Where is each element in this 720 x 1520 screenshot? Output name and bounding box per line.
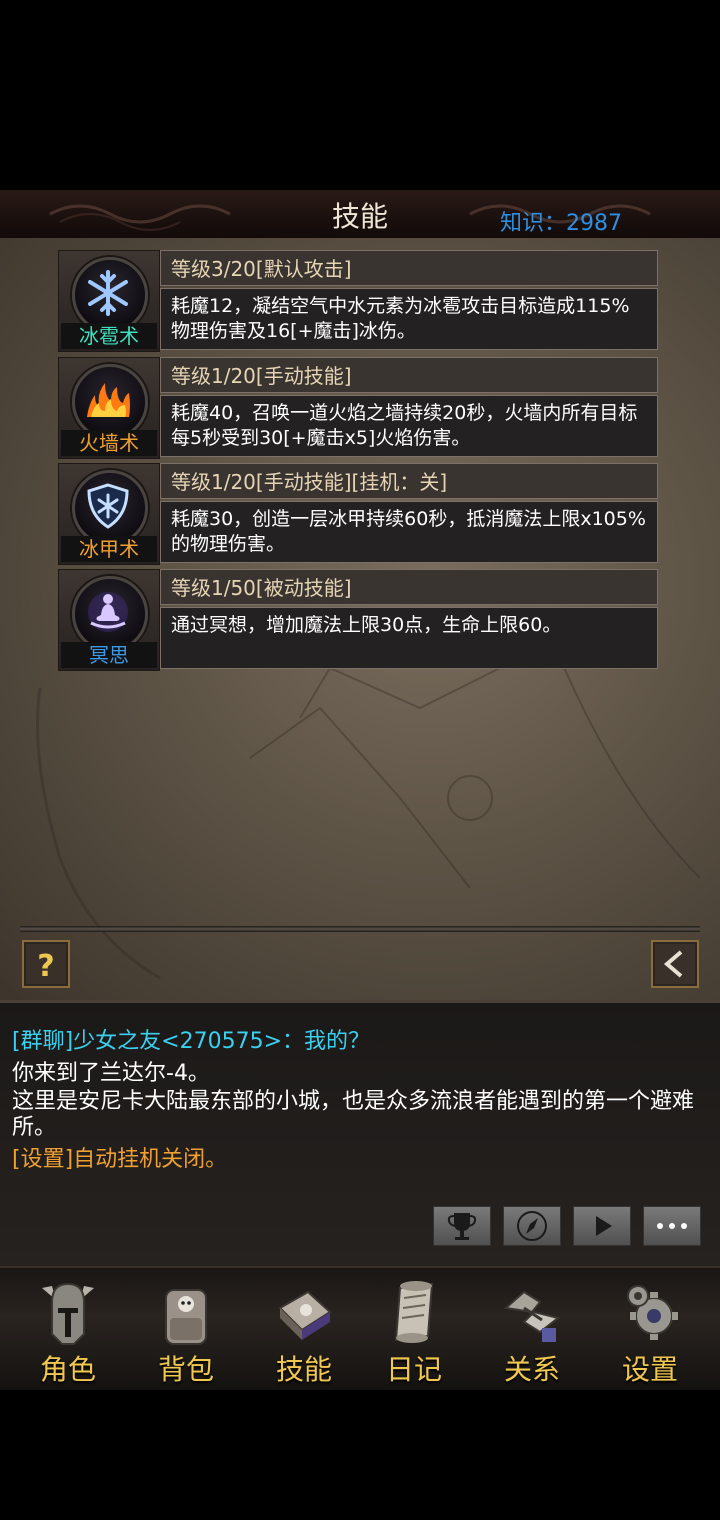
play-icon: [596, 1216, 612, 1236]
helmet-icon: [42, 1282, 94, 1345]
nav-label: 角色: [39, 1353, 96, 1386]
nav-item-character[interactable]: 角色: [18, 1272, 118, 1386]
skill-description: 耗魔30，创造一层冰甲持续60秒，抵消魔法上限x105%的物理伤害。: [160, 501, 658, 563]
fire-wall-icon: [72, 364, 148, 440]
chat-message: 这里是安尼卡大陆最东部的小城，也是众多流浪者能遇到的第一个避难所。: [12, 1089, 695, 1140]
skill-item-ice-hail[interactable]: 冰雹术 等级3/20[默认攻击] 耗魔12，凝结空气中水元素为冰雹攻击目标造成1…: [58, 250, 660, 352]
skill-name: 冰雹术: [61, 323, 157, 349]
nav-item-relations[interactable]: 关系: [482, 1272, 582, 1386]
back-button[interactable]: [651, 940, 699, 988]
chat-message: [群聊]少女之友<270575>：我的？: [12, 1029, 371, 1054]
skill-level: 等级1/20[手动技能][挂机：关]: [160, 463, 658, 499]
spellbook-icon: [278, 1290, 332, 1340]
nav-label: 设置: [621, 1353, 678, 1386]
more-chat-button[interactable]: [643, 1206, 701, 1246]
skill-item-meditation[interactable]: 冥思 等级1/50[被动技能] 通过冥想，增加魔法上限30点，生命上限60。: [58, 569, 660, 671]
question-mark-icon: ?: [26, 944, 66, 984]
skill-description: 通过冥想，增加魔法上限30点，生命上限60。: [160, 607, 658, 669]
nav-label: 关系: [503, 1353, 560, 1386]
skill-name: 冥思: [61, 642, 157, 668]
nav-item-settings[interactable]: 设置: [600, 1272, 700, 1386]
handshake-icon: [503, 1290, 561, 1342]
skill-level: 等级3/20[默认攻击]: [160, 250, 658, 286]
snowflake-icon: [72, 257, 148, 333]
backpack-icon: [165, 1289, 207, 1345]
skill-description: 耗魔12，凝结空气中水元素为冰雹攻击目标造成115%物理伤害及16[+魔击]冰伤…: [160, 288, 658, 350]
skill-description: 耗魔40，召唤一道火焰之墙持续20秒，火墙内所有目标每5秒受到30[+魔击x5]…: [160, 395, 658, 457]
achievements-button[interactable]: [433, 1206, 491, 1246]
meditation-icon: [72, 576, 148, 652]
nav-item-skills[interactable]: 技能: [254, 1272, 354, 1386]
skill-icon-frame: 冰雹术: [58, 250, 160, 352]
panel-divider: [20, 926, 700, 932]
nav-label: 技能: [275, 1353, 332, 1386]
more-icon: [657, 1223, 687, 1229]
nav-item-backpack[interactable]: 背包: [136, 1272, 236, 1386]
skill-level: 等级1/20[手动技能]: [160, 357, 658, 393]
skill-item-fire-wall[interactable]: 火墙术 等级1/20[手动技能] 耗魔40，召唤一道火焰之墙持续20秒，火墙内所…: [58, 357, 660, 459]
map-button[interactable]: [503, 1206, 561, 1246]
skill-icon-frame: 冰甲术: [58, 463, 160, 565]
svg-text:?: ?: [37, 949, 54, 984]
help-button[interactable]: ?: [22, 940, 70, 988]
compass-icon: [517, 1211, 547, 1241]
trophy-icon: [447, 1213, 477, 1240]
gear-icon: [627, 1285, 678, 1340]
skill-icon-frame: 冥思: [58, 569, 160, 671]
skill-name: 冰甲术: [61, 536, 157, 562]
skill-item-ice-armor[interactable]: 冰甲术 等级1/20[手动技能][挂机：关] 耗魔30，创造一层冰甲持续60秒，…: [58, 463, 660, 565]
ice-shield-icon: [72, 470, 148, 546]
nav-label: 日记: [385, 1353, 442, 1386]
chat-message: [设置]自动挂机关闭。: [12, 1147, 228, 1172]
skill-icon-frame: 火墙术: [58, 357, 160, 459]
chevron-left-icon: [655, 944, 695, 984]
nav-item-journal[interactable]: 日记: [364, 1272, 464, 1386]
skill-name: 火墙术: [61, 430, 157, 456]
auto-battle-button[interactable]: [573, 1206, 631, 1246]
scroll-icon: [394, 1281, 434, 1343]
skill-level: 等级1/50[被动技能]: [160, 569, 658, 605]
chat-message: 你来到了兰达尔-4。: [12, 1061, 210, 1086]
knowledge-counter: 知识：2987: [500, 211, 622, 236]
nav-label: 背包: [157, 1353, 214, 1386]
